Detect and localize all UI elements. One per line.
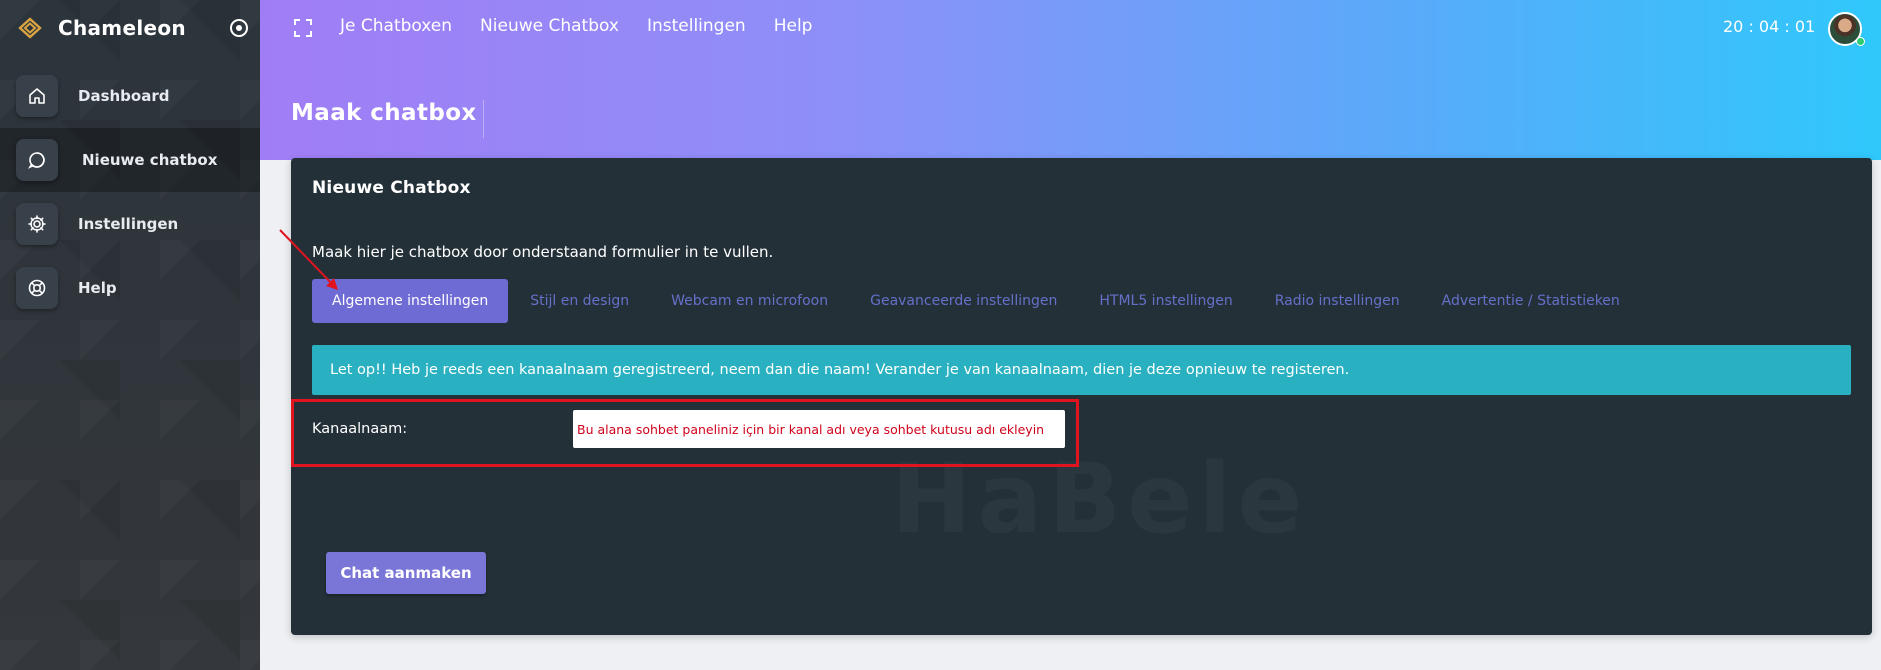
- brand[interactable]: Chameleon: [14, 12, 186, 44]
- new-chatbox-card: HaBele Nieuwe Chatbox Maak hier je chatb…: [291, 158, 1872, 635]
- tab-style-design[interactable]: Stijl en design: [530, 293, 629, 309]
- sidebar-item-label: Help: [78, 279, 117, 297]
- online-status-dot: [1856, 37, 1865, 46]
- home-icon: [16, 75, 58, 117]
- create-chat-button[interactable]: Chat aanmaken: [326, 552, 486, 594]
- sidebar-item-help[interactable]: Help: [0, 256, 260, 320]
- sidebar-item-new-chatbox[interactable]: Nieuwe chatbox: [0, 128, 260, 192]
- title-divider: [483, 100, 484, 138]
- sidebar-item-label: Instellingen: [78, 215, 179, 233]
- lifebuoy-icon: [16, 267, 58, 309]
- tab-webcam-microphone[interactable]: Webcam en microfoon: [671, 293, 828, 309]
- card-title: Nieuwe Chatbox: [312, 178, 471, 198]
- sidebar-nav: Dashboard Nieuwe chatbox Instellingen He…: [0, 64, 260, 320]
- sidebar-item-label: Dashboard: [78, 87, 170, 105]
- topnav-nieuwe-chatbox[interactable]: Nieuwe Chatbox: [480, 16, 619, 36]
- channel-name-input[interactable]: [573, 410, 1065, 448]
- tab-html5-settings[interactable]: HTML5 instellingen: [1099, 293, 1232, 309]
- topnav-je-chatboxen[interactable]: Je Chatboxen: [340, 16, 452, 36]
- sidebar-item-dashboard[interactable]: Dashboard: [0, 64, 260, 128]
- brand-name: Chameleon: [58, 16, 186, 40]
- sidebar-item-settings[interactable]: Instellingen: [0, 192, 260, 256]
- sidebar-item-label: Nieuwe chatbox: [82, 151, 218, 169]
- tab-radio-settings[interactable]: Radio instellingen: [1275, 293, 1400, 309]
- chat-bubble-icon: [16, 139, 58, 181]
- page-title: Maak chatbox: [291, 100, 477, 126]
- warning-alert: Let op!! Heb je reeds een kanaalnaam ger…: [312, 345, 1851, 395]
- topbar: Je Chatboxen Nieuwe Chatbox Instellingen…: [260, 0, 1881, 54]
- top-nav: Je Chatboxen Nieuwe Chatbox Instellingen…: [340, 16, 840, 36]
- fullscreen-icon[interactable]: [292, 17, 314, 39]
- gear-icon: [16, 203, 58, 245]
- card-intro: Maak hier je chatbox door onderstaand fo…: [312, 243, 774, 261]
- topnav-help[interactable]: Help: [774, 16, 813, 36]
- sidebar-toggle-icon[interactable]: [228, 17, 250, 39]
- topnav-instellingen[interactable]: Instellingen: [647, 16, 746, 36]
- clock: 20 : 04 : 01: [1723, 17, 1816, 36]
- sidebar: Chameleon Dashboard Nieuwe chatbox Inste…: [0, 0, 260, 670]
- tab-general-settings[interactable]: Algemene instellingen: [312, 279, 509, 323]
- channel-name-label: Kanaalnaam:: [312, 421, 408, 437]
- page-header: Je Chatboxen Nieuwe Chatbox Instellingen…: [260, 0, 1881, 160]
- tab-ads-statistics[interactable]: Advertentie / Statistieken: [1442, 293, 1620, 309]
- settings-tabs: Algemene instellingen Stijl en design We…: [312, 279, 1662, 323]
- chameleon-logo-icon: [14, 12, 46, 44]
- tab-advanced-settings[interactable]: Geavanceerde instellingen: [870, 293, 1057, 309]
